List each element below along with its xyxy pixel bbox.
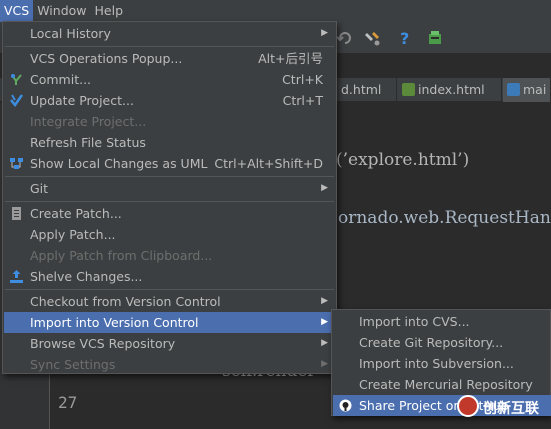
python-file-icon [507, 83, 520, 96]
tab-index-html[interactable]: index.html [398, 78, 502, 102]
menu-item-sync-settings: Sync Settings ▶ [4, 354, 335, 375]
undo-icon[interactable] [336, 29, 354, 47]
menu-item-apply-patch[interactable]: Apply Patch... [4, 224, 335, 245]
chevron-right-icon: ▶ [321, 183, 328, 193]
menu-item-update-project[interactable]: Update Project... Ctrl+T [4, 90, 335, 111]
menu-item-integrate-project: Integrate Project... [30, 114, 147, 129]
svg-text:?: ? [400, 29, 409, 47]
settings-icon[interactable] [364, 29, 382, 47]
chevron-right-icon: ▶ [321, 317, 328, 327]
menu-item-refresh-file-status[interactable]: Refresh File Status [4, 132, 335, 153]
help-icon[interactable]: ? [396, 29, 414, 47]
html-file-icon [402, 83, 415, 96]
menu-window[interactable]: Window [33, 0, 90, 22]
watermark: 创新互联 [455, 392, 551, 422]
menu-item-show-local-changes-uml[interactable]: Show Local Changes as UML Ctrl+Alt+Shift+… [4, 153, 335, 174]
chevron-right-icon: ▶ [321, 359, 328, 369]
separator [5, 289, 334, 290]
patch-icon [12, 207, 21, 220]
code-line: (’explore.html’) [336, 150, 470, 170]
menu-bar: VCS Window Help [0, 0, 551, 22]
menu-item-checkout-vcs[interactable]: Checkout from Version Control ▶ [4, 291, 335, 312]
commit-icon [11, 74, 22, 85]
menu-item-shelve-changes[interactable]: Shelve Changes... [4, 266, 335, 287]
menu-item-git[interactable]: Git ▶ [4, 178, 335, 199]
watermark-text: 创新互联 [483, 401, 539, 417]
submenu-item-import-subversion[interactable]: Import into Subversion... [333, 353, 551, 374]
watermark-logo-icon [457, 395, 479, 417]
chevron-right-icon: ▶ [321, 338, 328, 348]
line-number: 27 [58, 393, 78, 412]
separator [5, 201, 334, 202]
chevron-right-icon: ▶ [321, 296, 328, 306]
tab-main[interactable]: mai [503, 78, 551, 102]
tab-label: d.html [341, 82, 382, 97]
chevron-right-icon: ▶ [321, 28, 328, 38]
vcs-menu: Local History ▶ VCS Operations Popup... Al… [2, 21, 337, 374]
menu-item-vcs-operations-popup[interactable]: VCS Operations Popup... Alt+后引号 [4, 48, 335, 69]
update-icon [10, 94, 23, 107]
menu-item-create-patch[interactable]: Create Patch... [4, 203, 335, 224]
separator [5, 176, 334, 177]
menu-item-import-into-vcs[interactable]: Import into Version Control ▶ [4, 312, 335, 333]
uml-icon [10, 158, 23, 169]
code-line: ornado.web.RequestHand [338, 208, 551, 228]
menu-item-local-history[interactable]: Local History ▶ [4, 23, 335, 44]
menu-help[interactable]: Help [91, 0, 128, 22]
tab-label: mai [523, 82, 547, 97]
database-icon[interactable] [426, 29, 444, 47]
shelve-icon [10, 270, 23, 283]
menu-item-commit[interactable]: Commit... Ctrl+K [4, 69, 335, 90]
submenu-item-import-cvs[interactable]: Import into CVS... [333, 311, 551, 332]
menu-vcs[interactable]: VCS [0, 0, 34, 22]
tab-d-html[interactable]: d.html [337, 78, 397, 102]
menu-item-apply-patch-clipboard: Apply Patch from Clipboard... [30, 248, 213, 263]
github-icon [339, 399, 352, 412]
submenu-item-create-git-repo[interactable]: Create Git Repository... [333, 332, 551, 353]
tab-label: index.html [418, 82, 485, 97]
separator [5, 46, 334, 47]
menu-item-browse-vcs-repository[interactable]: Browse VCS Repository ▶ [4, 333, 335, 354]
